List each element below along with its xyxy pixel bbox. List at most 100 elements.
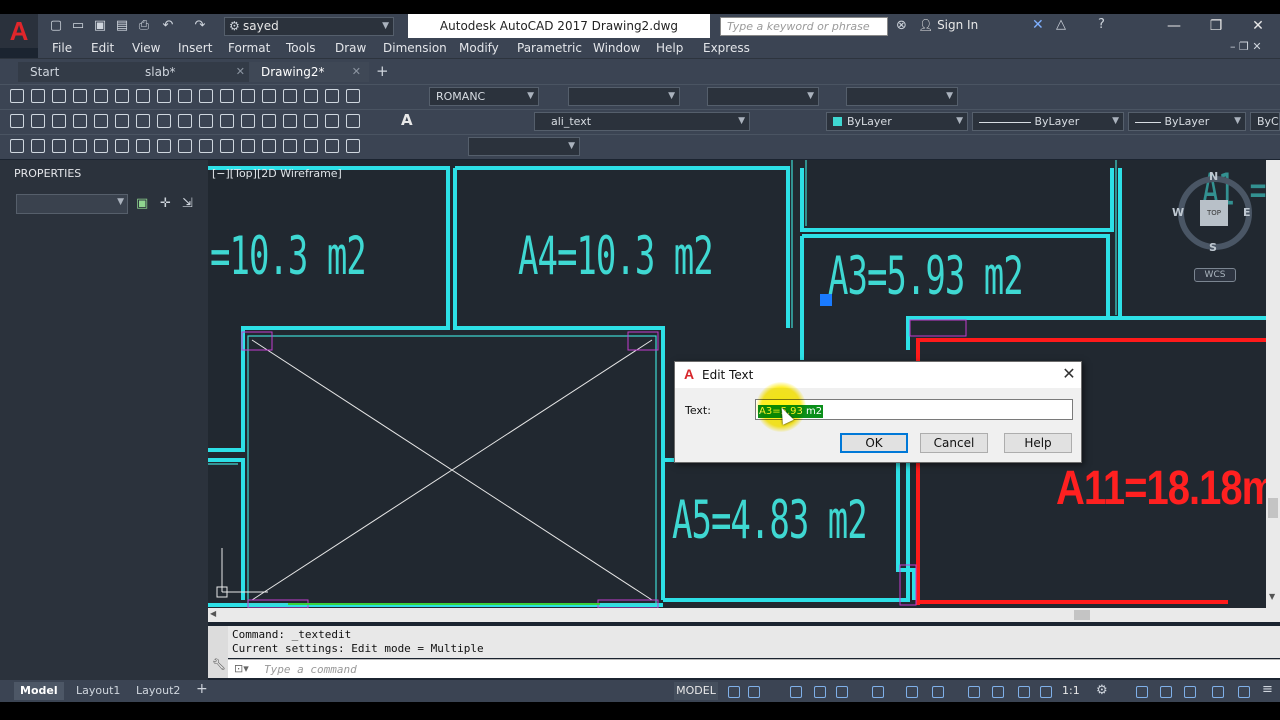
compass-north[interactable]: N [1209,170,1218,183]
compass-south[interactable]: S [1209,241,1217,254]
layout-tab-layout2[interactable]: Layout2 [130,682,186,700]
area-label-a5[interactable]: A5=4.83 m2 [672,490,868,552]
lineweight-select[interactable]: ByLayer ▼ [1128,112,1246,131]
linetype-select[interactable]: ByLayer ▼ [972,112,1124,131]
search-input[interactable]: Type a keyword or phrase [720,17,888,36]
polar-tracking-icon[interactable] [836,686,848,698]
tab-start[interactable]: Start [18,62,138,82]
layout-tab-model[interactable]: Model [14,682,64,700]
dimension-style-select[interactable]: ▼ [468,137,580,156]
ordinate-icon[interactable] [73,139,87,153]
rotate-icon[interactable] [136,89,150,103]
trim-icon[interactable] [199,89,213,103]
menu-modify[interactable]: Modify [459,41,499,55]
sign-in-button[interactable]: 👤︎ Sign In [918,18,978,32]
quick-dimension-icon[interactable] [178,139,192,153]
color-select[interactable]: ByLayer ▼ [826,112,968,131]
construction-line-icon[interactable] [31,114,45,128]
area-label-a4[interactable]: A4=10.3 m2 [518,226,714,288]
insert-block-icon[interactable] [220,114,234,128]
plot-icon[interactable]: ⎙ [136,18,152,34]
menu-express[interactable]: Express [703,41,750,55]
hatch-icon[interactable] [283,114,297,128]
menu-window[interactable]: Window [593,41,640,55]
arc-icon[interactable] [115,114,129,128]
explode-icon[interactable] [325,89,339,103]
table-style-select[interactable]: ▼ [707,87,819,106]
new-file-icon[interactable]: ▢ [48,18,64,34]
save-icon[interactable]: ▣ [92,18,108,34]
close-icon[interactable]: ✕ [236,62,245,82]
minimize-button[interactable]: — [1154,14,1194,38]
move-icon[interactable] [115,89,129,103]
area-label-left[interactable]: =10.3 m2 [210,226,367,288]
group-icon[interactable] [31,89,45,103]
fillet-icon[interactable] [304,89,318,103]
pickadd-icon[interactable]: ⇲ [182,196,193,211]
inspection-icon[interactable] [325,139,339,153]
binoculars-icon[interactable]: ⊗ [896,18,907,33]
text-input[interactable]: A3=5.93 m2 [755,399,1073,420]
angular-icon[interactable] [157,139,171,153]
center-mark-icon[interactable] [304,139,318,153]
new-tab-button[interactable]: + [376,62,389,80]
multileader-style-select[interactable]: ▼ [846,87,958,106]
add-layout-button[interactable]: + [196,681,208,697]
scroll-left-icon[interactable]: ◀ [210,609,216,618]
line-icon[interactable] [10,114,24,128]
continue-icon[interactable] [220,139,234,153]
hardware-acceleration-icon[interactable] [1212,686,1224,698]
dimension-break-icon[interactable] [262,139,276,153]
compass-east[interactable]: E [1243,206,1251,219]
array-icon[interactable] [346,89,360,103]
polyline-icon[interactable] [52,114,66,128]
dimension-space-icon[interactable] [241,139,255,153]
area-label-a3[interactable]: A3=5.93 m2 [828,246,1024,308]
autodesk-360-icon[interactable]: △ [1056,17,1066,32]
undo-icon[interactable]: ↶ [160,18,176,34]
chamfer-icon[interactable] [283,89,297,103]
menu-insert[interactable]: Insert [178,41,212,55]
clean-screen-icon[interactable] [1238,686,1250,698]
command-line-handle[interactable]: 🔧︎ [208,626,228,678]
snap-icon[interactable] [748,686,760,698]
match-properties-icon[interactable] [10,89,24,103]
baseline-icon[interactable] [199,139,213,153]
menu-view[interactable]: View [132,41,160,55]
diameter-icon[interactable] [136,139,150,153]
wrench-icon[interactable]: 🔧︎ [212,658,226,671]
isolate-objects-icon[interactable] [1184,686,1196,698]
lineweight-icon[interactable] [968,686,980,698]
doc-window-controls[interactable]: – ❐ ✕ [1230,40,1262,53]
help-icon[interactable]: ? [1098,17,1105,32]
join-icon[interactable] [262,89,276,103]
isometric-icon[interactable] [872,686,884,698]
viewport-controls[interactable]: [−][Top][2D Wireframe] [212,167,342,180]
point-icon[interactable] [262,114,276,128]
menu-help[interactable]: Help [656,41,683,55]
object-snap-icon[interactable] [932,686,944,698]
infer-constraints-icon[interactable] [790,686,802,698]
layer-select[interactable]: ali_text ▼ [534,112,750,131]
menu-dimension[interactable]: Dimension [383,41,447,55]
quick-select-icon[interactable]: ▣ [136,196,148,211]
menu-file[interactable]: File [52,41,72,55]
customization-icon[interactable]: ≡ [1262,682,1273,697]
model-space-button[interactable]: MODEL [674,682,718,700]
menu-edit[interactable]: Edit [91,41,114,55]
circle-icon[interactable] [136,114,150,128]
application-menu-button[interactable]: A [0,14,38,48]
radius-icon[interactable] [94,139,108,153]
menu-format[interactable]: Format [228,41,270,55]
dialog-close-button[interactable]: ✕ [1060,365,1078,383]
save-as-icon[interactable]: ▤ [114,18,130,34]
aligned-dimension-icon[interactable] [31,139,45,153]
spline-icon[interactable] [178,114,192,128]
plotstyle-select[interactable]: ByC [1250,112,1280,131]
redo-icon[interactable]: ↷ [192,18,208,34]
tolerance-icon[interactable] [283,139,297,153]
extend-icon[interactable] [220,89,234,103]
object-snap-tracking-icon[interactable] [906,686,918,698]
text-style-select[interactable]: ROMANC ▼ [429,87,539,106]
selection-cycling-icon[interactable] [1018,686,1030,698]
